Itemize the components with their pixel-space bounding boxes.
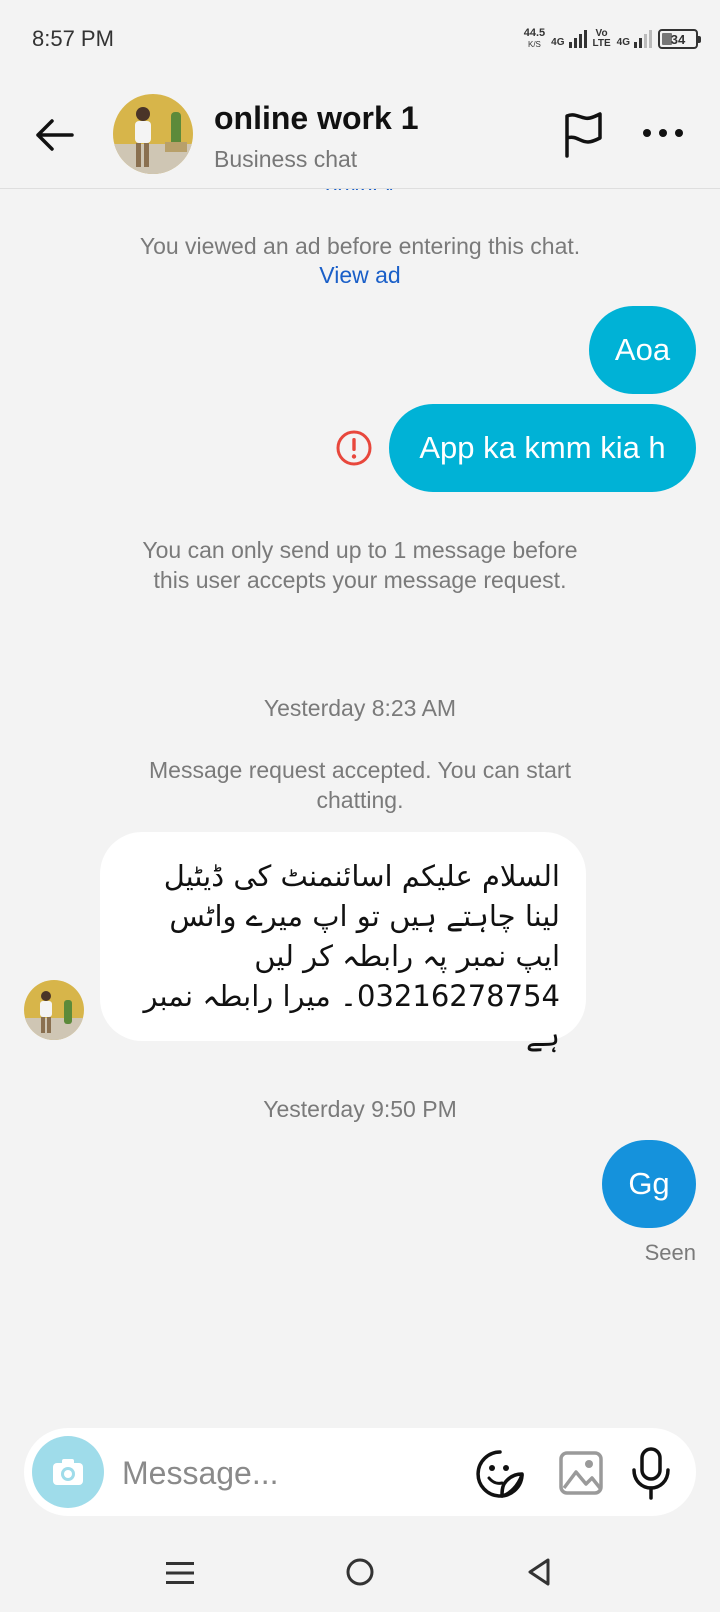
view-ad-label[interactable]: View ad [319, 262, 400, 288]
message-text: Aoa [614, 332, 671, 367]
sticker-icon[interactable] [474, 1448, 526, 1500]
message-text: السلام علیکم اسائنمنٹ کی ڈیٹیل لینا چاہت… [143, 859, 560, 1053]
flag-icon[interactable] [558, 110, 608, 160]
seen-indicator: Seen [644, 1240, 696, 1265]
network-speed-value: 44.5 [523, 27, 546, 39]
gallery-icon[interactable] [556, 1448, 606, 1498]
back-arrow-icon[interactable] [30, 110, 80, 160]
microphone-icon[interactable] [628, 1446, 674, 1500]
contact-subtitle: Business chat [214, 146, 358, 172]
nav-back-icon[interactable] [524, 1556, 554, 1588]
sent-message-bubble[interactable]: Gg [602, 1140, 696, 1228]
sim2-signal-icon: 4G [617, 30, 652, 48]
camera-icon [53, 1459, 83, 1485]
sim2-label: 4G [616, 37, 630, 48]
message-input[interactable] [120, 1450, 454, 1496]
volte-icon: Vo LTE [593, 29, 611, 49]
network-speed-unit: K/S [527, 40, 541, 49]
limit-note: You can only send up to 1 message before… [142, 537, 578, 593]
status-icons: 44.5 K/S 4G Vo LTE 4G 34 [524, 24, 701, 54]
message-text: Gg [628, 1166, 670, 1201]
status-time: 8:57 PM [32, 26, 114, 51]
camera-button[interactable] [32, 1436, 104, 1508]
timestamp: Yesterday 8:23 AM [263, 695, 457, 721]
contact-avatar-small[interactable] [24, 980, 84, 1040]
received-message-bubble[interactable]: السلام علیکم اسائنمنٹ کی ڈیٹیل لینا چاہت… [100, 832, 586, 1053]
sent-message-bubble[interactable]: Aoa [589, 306, 696, 394]
timestamp: Yesterday 9:50 PM [263, 1096, 457, 1122]
view-ad-link[interactable]: View ad [0, 262, 720, 289]
battery-icon: 34 [658, 29, 701, 49]
battery-level: 34 [670, 31, 686, 47]
sim1-signal-icon: 4G [551, 30, 587, 48]
volte-bottom: LTE [592, 38, 611, 49]
accepted-note: Message request accepted. You can start … [149, 757, 571, 813]
sim1-label: 4G [551, 37, 565, 48]
recent-apps-icon[interactable] [164, 1558, 196, 1588]
error-icon[interactable] [334, 428, 374, 468]
message-text: App ka kmm kia h [419, 430, 666, 465]
contact-name[interactable]: online work 1 [214, 100, 418, 137]
ad-note: You viewed an ad before entering this ch… [139, 233, 581, 259]
network-speed: 44.5 K/S [524, 28, 545, 50]
more-options-icon[interactable] [638, 118, 688, 148]
contact-avatar[interactable] [113, 94, 193, 174]
home-icon[interactable] [344, 1556, 376, 1588]
sent-message-bubble-failed[interactable]: App ka kmm kia h [389, 404, 696, 492]
